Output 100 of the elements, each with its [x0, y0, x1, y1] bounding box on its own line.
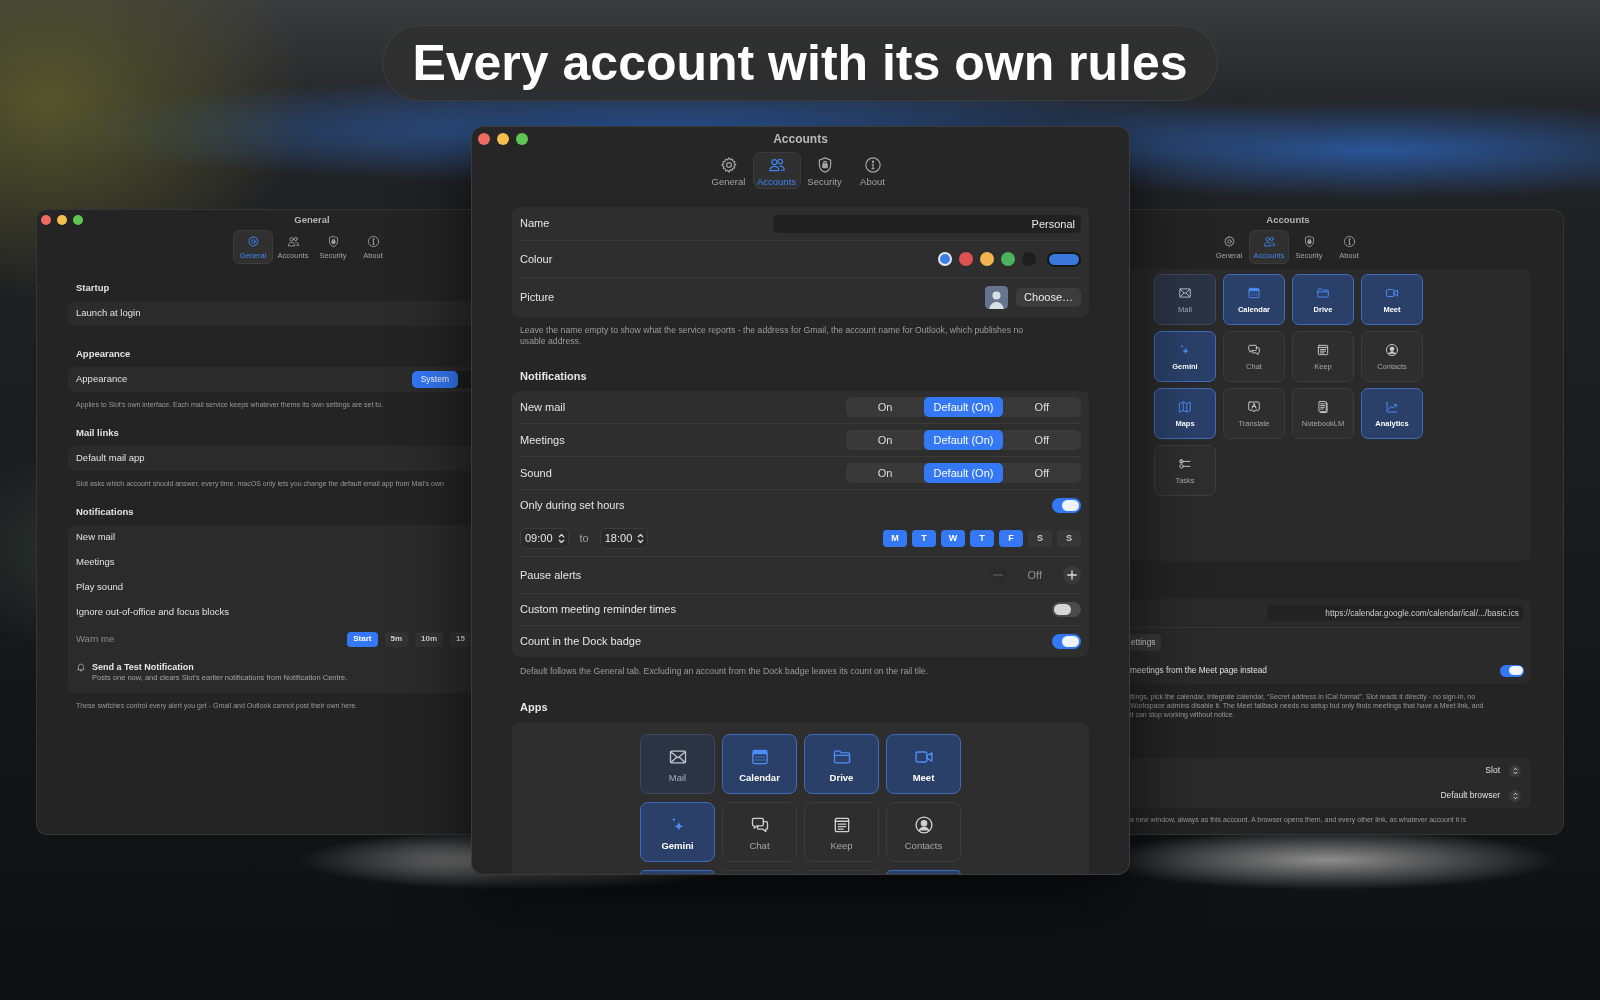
line-chart-icon — [1385, 400, 1399, 414]
app-tile[interactable] — [640, 869, 715, 874]
day-toggle[interactable]: T — [970, 530, 994, 547]
settings-button[interactable]: ettings — [1130, 634, 1162, 651]
shield-lock-icon — [326, 235, 340, 248]
row-label: Pause alerts — [520, 567, 582, 583]
segment-button[interactable]: System — [411, 371, 458, 388]
app-tile[interactable]: Contacts — [886, 801, 961, 862]
minimize-icon[interactable] — [57, 215, 67, 225]
url-field[interactable]: https://calendar.google.com/calendar/ical/.../basic.ics — [1267, 605, 1523, 621]
window-title: General — [294, 214, 330, 226]
toggle-switch[interactable] — [1500, 664, 1524, 677]
folder-icon — [1316, 286, 1330, 300]
day-toggle[interactable]: S — [1057, 530, 1081, 547]
person-circle-icon — [913, 814, 934, 835]
calendar-icon — [1247, 286, 1261, 300]
segment-button[interactable]: Default (On) — [924, 430, 1003, 450]
segment-button[interactable]: Off — [1002, 397, 1081, 417]
row-label: Count in the Dock badge — [520, 634, 642, 650]
segmented-control[interactable]: On Default (On) Off — [846, 430, 1081, 450]
popup-button[interactable]: Default browser — [1440, 789, 1521, 802]
colour-swatch-icon[interactable] — [1001, 252, 1015, 266]
note-icon — [1316, 343, 1330, 357]
separator-label: to — [579, 531, 589, 547]
settings-tab[interactable]: About — [848, 152, 897, 189]
row-label: Meetings — [76, 555, 115, 570]
translate-icon — [1247, 400, 1261, 414]
day-toggle[interactable]: T — [912, 530, 936, 547]
zoom-icon[interactable] — [73, 215, 83, 225]
segment-button[interactable]: Off — [1002, 430, 1081, 450]
day-toggle[interactable]: S — [1028, 530, 1052, 547]
row-label: meetings from the Meet page instead — [1130, 664, 1267, 677]
app-tile[interactable] — [804, 869, 879, 874]
close-icon[interactable] — [41, 215, 51, 225]
zoom-icon[interactable] — [516, 132, 528, 145]
settings-tab[interactable]: Accounts — [752, 152, 801, 189]
segmented-control[interactable]: On Default (On) Off — [846, 397, 1081, 417]
colour-well[interactable] — [1047, 251, 1081, 267]
choose-button[interactable]: Choose… — [1016, 288, 1081, 307]
gear-icon — [246, 235, 260, 248]
row-label: Custom meeting reminder times — [520, 602, 676, 618]
time-field[interactable]: 18:00 — [599, 528, 649, 549]
section-note: Leave the name empty to show what the service reports - the address for Gmail, the account name for Outlook, which publishes no usable address. — [519, 325, 1025, 346]
minimize-icon[interactable] — [497, 132, 509, 145]
row-label: Play sound — [76, 580, 123, 595]
info-icon — [1342, 235, 1356, 248]
stepper-value: Off — [1027, 567, 1042, 583]
info-icon — [366, 235, 380, 248]
section-heading: Notifications — [519, 370, 588, 383]
app-tile[interactable]: Calendar — [722, 733, 797, 794]
segment-button[interactable]: On — [846, 463, 925, 483]
name-field[interactable]: Personal — [773, 214, 1081, 233]
segmented-control[interactable]: System — [411, 371, 471, 388]
toggle-switch[interactable] — [1052, 634, 1081, 649]
increment-button[interactable] — [1063, 566, 1081, 584]
app-tile[interactable]: Keep — [804, 801, 879, 862]
avatar-icon — [985, 286, 1009, 309]
section-heading: Appearance — [75, 348, 132, 360]
segment-button[interactable]: Default (On) — [924, 463, 1003, 483]
section-heading: Apps — [519, 700, 549, 714]
info-icon — [863, 156, 882, 174]
colour-swatch-icon[interactable] — [980, 252, 994, 266]
row-label: Launch at login — [76, 306, 141, 321]
settings-tab[interactable]: Security — [800, 152, 849, 189]
settings-tab[interactable]: General — [704, 152, 753, 189]
test-notification-button[interactable]: Send a Test Notification — [92, 661, 348, 673]
app-tile[interactable]: Meet — [886, 733, 961, 794]
close-icon[interactable] — [478, 132, 490, 145]
app-tile[interactable]: Drive — [804, 733, 879, 794]
day-toggle[interactable]: F — [999, 530, 1023, 547]
stepper-icon[interactable] — [557, 533, 565, 544]
window-title: Accounts — [773, 130, 828, 147]
row-label: Sound — [520, 465, 552, 481]
popup-button[interactable]: Slot — [1485, 764, 1521, 777]
day-toggle[interactable]: W — [941, 530, 965, 547]
stepper-icon[interactable] — [637, 533, 645, 544]
segmented-control[interactable]: On Default (On) Off — [846, 463, 1081, 483]
toggle-switch[interactable] — [1052, 498, 1081, 513]
time-field[interactable]: 09:00 — [520, 528, 569, 549]
segment-button[interactable]: On — [846, 430, 925, 450]
segment-button[interactable]: Off — [1002, 463, 1081, 483]
colour-swatch-icon[interactable] — [959, 252, 973, 266]
segment-button[interactable]: On — [846, 397, 925, 417]
app-tile[interactable] — [886, 869, 961, 874]
window-title: Accounts — [1266, 214, 1310, 226]
app-tile[interactable]: Gemini — [640, 801, 715, 862]
row-label: Default mail app — [76, 451, 145, 466]
plus-icon — [1067, 570, 1077, 580]
toggle-switch[interactable] — [1052, 602, 1081, 617]
day-toggle[interactable]: M — [883, 530, 907, 547]
section-heading: Notifications — [75, 506, 135, 518]
app-tile[interactable]: Chat — [722, 801, 797, 862]
colour-swatch-icon[interactable] — [938, 252, 952, 266]
app-tile[interactable] — [722, 869, 797, 874]
row-label: Ignore out-of-office and focus blocks — [76, 605, 229, 620]
row-label: New mail — [76, 530, 116, 545]
stepper-icon — [1512, 791, 1518, 800]
chat-bubbles-icon — [1247, 343, 1261, 357]
segment-button[interactable]: Default (On) — [924, 397, 1003, 417]
gear-icon — [1222, 235, 1236, 248]
